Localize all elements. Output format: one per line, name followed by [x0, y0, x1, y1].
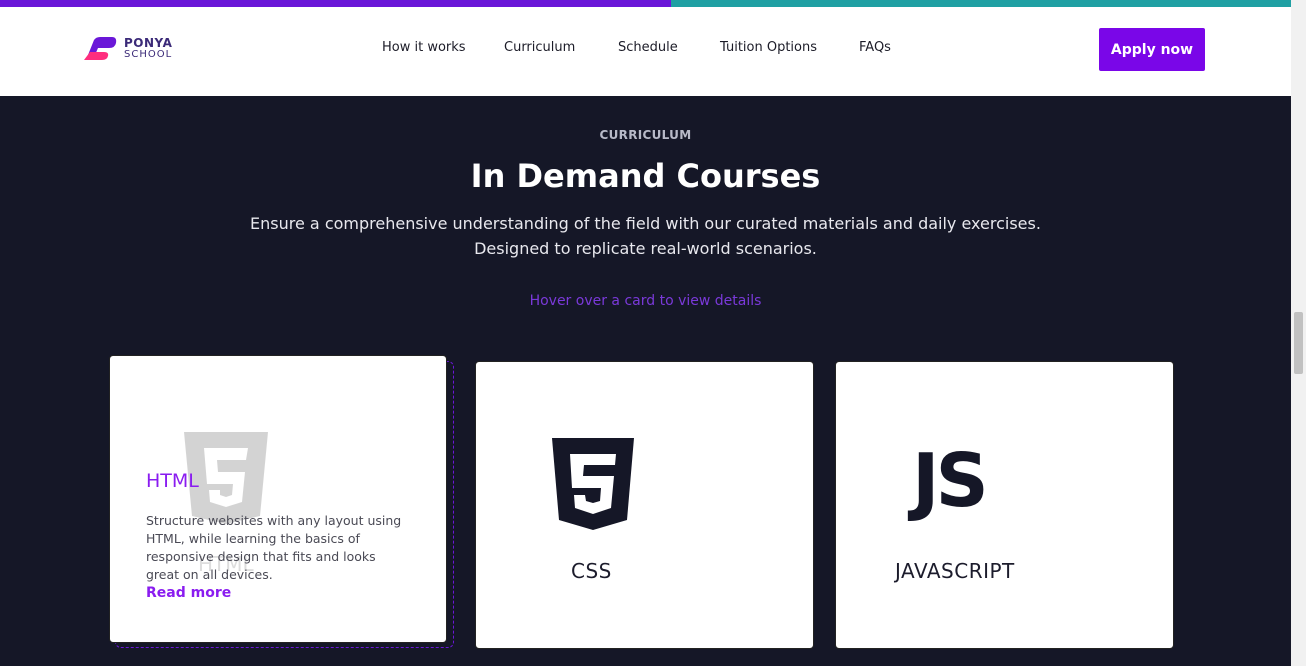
site-header: PONYA SCHOOL How it works Curriculum Sch… — [0, 7, 1291, 96]
subtitle-line-2: Designed to replicate real-world scenari… — [474, 239, 817, 258]
card-title: HTML — [146, 470, 199, 492]
section-subtitle: Ensure a comprehensive understanding of … — [0, 211, 1291, 261]
hover-hint: Hover over a card to view details — [529, 293, 762, 309]
nav-schedule[interactable]: Schedule — [618, 40, 678, 55]
ponya-school-logo[interactable]: PONYA SCHOOL — [84, 36, 184, 64]
reading-progress-fill — [0, 0, 672, 7]
course-card-javascript[interactable]: JS JAVASCRIPT — [835, 361, 1174, 649]
css3-icon — [552, 438, 634, 530]
nav-tuition-options[interactable]: Tuition Options — [720, 40, 817, 55]
logo-line2: SCHOOL — [124, 49, 173, 60]
ponya-logo-icon — [84, 37, 117, 60]
scrollbar-thumb[interactable] — [1294, 312, 1303, 374]
page-scrollbar[interactable] — [1291, 0, 1306, 666]
reading-progress-track — [0, 0, 1291, 7]
subtitle-line-1: Ensure a comprehensive understanding of … — [250, 214, 1041, 233]
apply-now-button[interactable]: Apply now — [1099, 28, 1205, 71]
logo-wordmark: PONYA SCHOOL — [124, 37, 172, 61]
card-title: CSS — [571, 559, 612, 583]
nav-how-it-works[interactable]: How it works — [382, 40, 466, 55]
section-title: In Demand Courses — [470, 157, 821, 195]
logo-line1: PONYA — [124, 36, 173, 50]
card-description: Structure websites with any layout using… — [146, 513, 402, 582]
course-card-html[interactable]: HTML HTML Structure websites with any la… — [109, 355, 447, 643]
course-card-css[interactable]: CSS — [475, 361, 814, 649]
section-eyebrow: CURRICULUM — [599, 128, 692, 142]
read-more-link[interactable]: Read more — [146, 585, 231, 601]
js-icon: JS — [912, 438, 989, 524]
nav-faqs[interactable]: FAQs — [859, 40, 891, 55]
card-title: JAVASCRIPT — [895, 559, 1015, 583]
nav-curriculum[interactable]: Curriculum — [504, 40, 575, 55]
